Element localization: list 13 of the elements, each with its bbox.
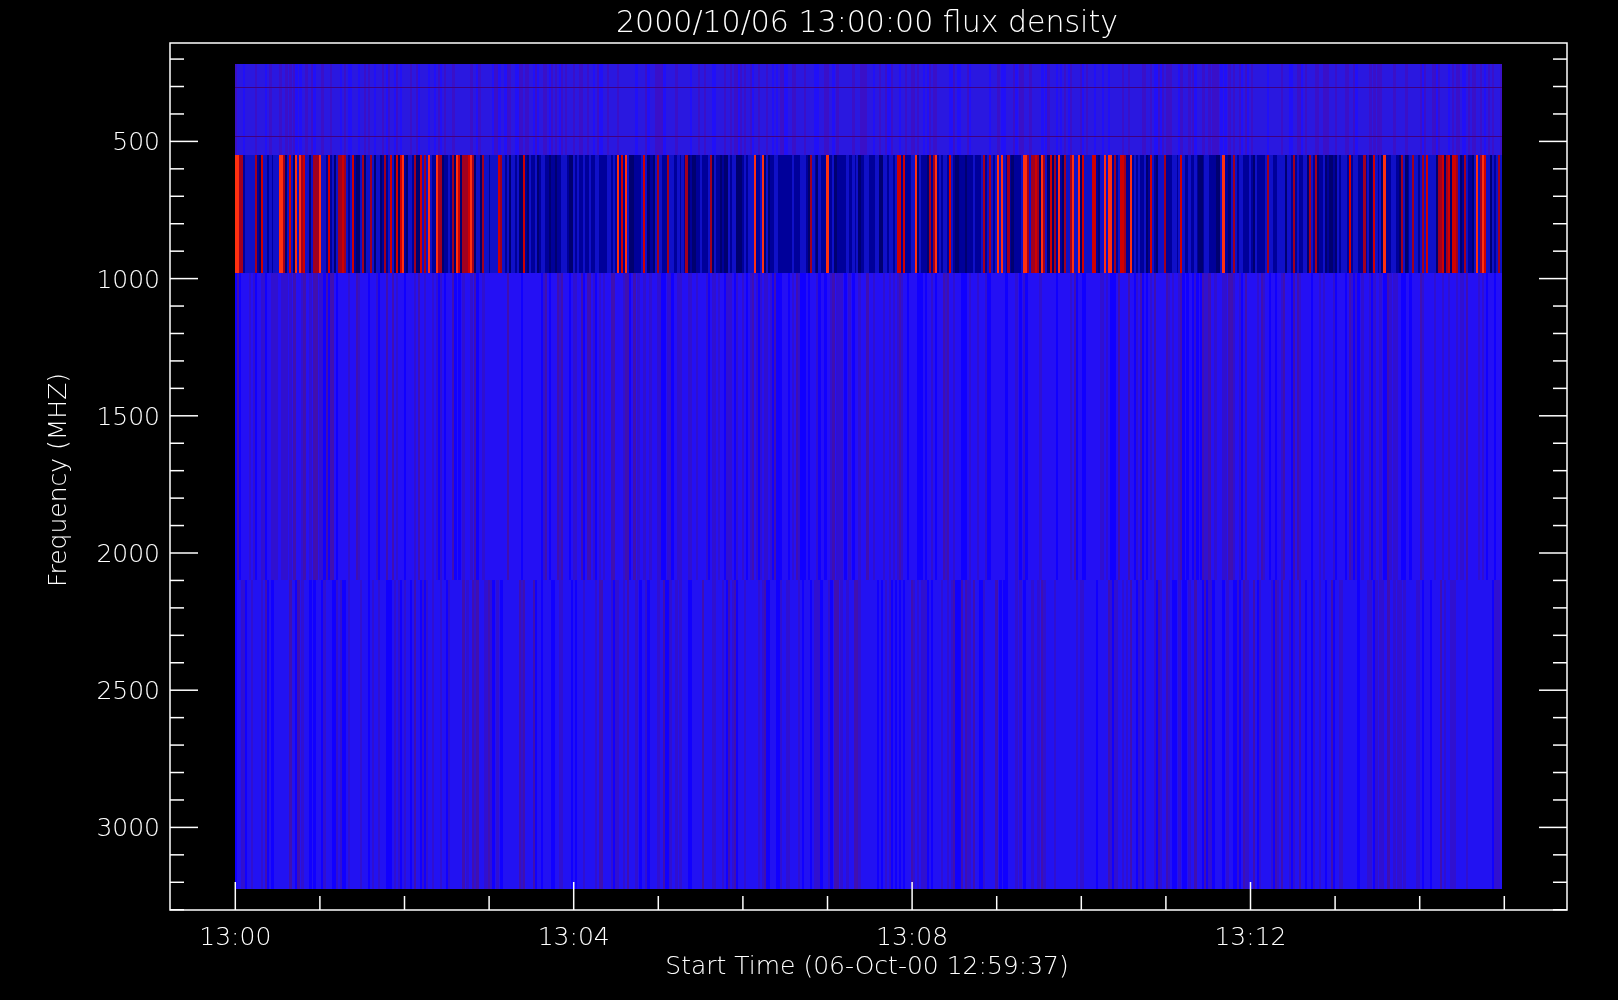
y-tick-label: 1500: [96, 401, 160, 431]
y-tick-label: 3000: [96, 813, 160, 843]
x-tick-label: 13:00: [199, 922, 272, 951]
y-axis-title: Frequency (MHZ): [43, 372, 72, 588]
y-tick-label: 1000: [96, 264, 160, 294]
y-tick-label: 2000: [96, 539, 160, 568]
x-axis-title: Start Time (06-Oct-00 12:59:37): [665, 951, 1069, 980]
x-tick-label: 13:08: [876, 922, 949, 951]
plot-title: 2000/10/06 13:00:00 flux density: [616, 4, 1118, 39]
x-tick-label: 13:12: [1214, 922, 1287, 951]
x-tick-label: 13:04: [537, 922, 610, 951]
y-tick-label: 2500: [96, 676, 160, 706]
y-tick-label: 500: [112, 127, 160, 157]
